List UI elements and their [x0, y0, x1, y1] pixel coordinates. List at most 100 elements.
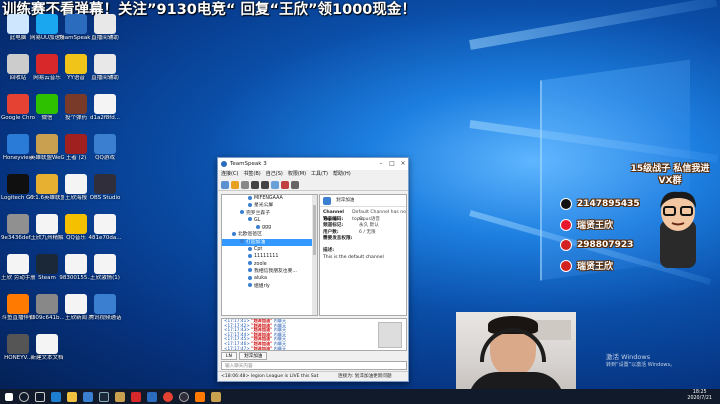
start-icon[interactable]: [5, 392, 13, 401]
channel-tree-item[interactable]: 星光公屏: [222, 202, 317, 209]
teamspeak-taskbar-icon[interactable]: [147, 391, 157, 402]
channel-tree-item[interactable]: MIFENGAAA: [222, 195, 317, 202]
toolbar: [218, 179, 408, 191]
taskbar-clock[interactable]: 18:25 2020/7/21: [687, 390, 712, 402]
netease-music-icon[interactable]: [131, 391, 141, 402]
channel-info-panel: 划淬加油 Channel Topic: Default Channel has n…: [319, 194, 407, 316]
store-icon[interactable]: [83, 391, 93, 402]
channel-icon: [248, 253, 252, 258]
file-explorer-icon[interactable]: [67, 391, 77, 402]
tree-scrollbar[interactable]: [312, 195, 317, 315]
menu-item[interactable]: 书签(B): [243, 170, 260, 179]
menu-item[interactable]: 帮助(H): [333, 170, 351, 179]
social-icon: [560, 218, 572, 231]
desktop-icon-image: [94, 294, 116, 314]
desktop-icon[interactable]: 王欣激情(1): [88, 254, 122, 282]
channel-icon: [248, 283, 252, 288]
channel-tree-item[interactable]: 姐姐rly: [222, 283, 317, 290]
menu-item[interactable]: 工具(T): [311, 170, 328, 179]
wegame-icon[interactable]: [115, 391, 125, 402]
minimize-button[interactable]: –: [376, 158, 386, 170]
desktop-icon[interactable]: QQ游戏: [88, 134, 122, 162]
channel-tree-item[interactable]: 我相信我朋友也要...: [222, 268, 317, 275]
chat-tabs: LN 划淬加油: [221, 352, 268, 360]
channel-tree-item[interactable]: 北欧爸爸区: [222, 231, 317, 238]
bookmark-icon[interactable]: [231, 180, 239, 189]
channel-info-header: 划淬加油: [320, 195, 406, 207]
channel-icon: [232, 231, 236, 236]
chat-tab[interactable]: 划淬加油: [239, 352, 268, 360]
desktop-icon[interactable]: 481e70da...: [88, 214, 122, 242]
menu-item[interactable]: 连接(C): [221, 170, 238, 179]
desktop-icon-label: 腾讯视频通话: [88, 315, 122, 321]
desktop-icon[interactable]: d1a2f8fd...: [88, 94, 122, 122]
menu-item[interactable]: 自己(S): [266, 170, 283, 179]
channel-tree-item[interactable]: ggg: [222, 224, 317, 231]
away-icon[interactable]: [241, 180, 249, 189]
channel-icon: [248, 202, 252, 207]
douyu-icon[interactable]: [195, 391, 205, 402]
obs-icon[interactable]: [179, 391, 189, 402]
desktop-icon-image: [65, 214, 87, 234]
channel-tree-item[interactable]: aluka: [222, 275, 317, 282]
clock-date: 2020/7/21: [687, 396, 712, 401]
desktop-icon-image: [36, 334, 58, 354]
channel-tree-label: 我相信我朋友也要...: [254, 268, 297, 274]
channel-icon: [256, 224, 260, 229]
channel-tree-item[interactable]: GL: [222, 217, 317, 224]
chrome-icon[interactable]: [163, 391, 173, 402]
teamspeak-window[interactable]: TeamSpeak 3 – □ × 连接(C) 书签(B) 自己(S) 权限(M) 工具…: [217, 157, 409, 382]
desktop-icon-image: [94, 14, 116, 34]
channel-tree-item[interactable]: 完罗兰森子: [222, 210, 317, 217]
streamer-title: 15级战子 私信我进VX群: [630, 164, 710, 186]
edge-icon[interactable]: [51, 391, 61, 402]
chat-name: "划淬加油": [251, 345, 273, 351]
channel-icon: [248, 217, 252, 222]
channel-tree[interactable]: MIFENGAAA 星光公屏 完罗兰森子 GL ggg 北欧爸爸区 打迎加油 Cpt 11111…: [221, 194, 318, 316]
league-icon[interactable]: [211, 391, 221, 402]
channel-tree-item[interactable]: 11111111: [222, 253, 317, 260]
menu-bar: 连接(C) 书签(B) 自己(S) 权限(M) 工具(T) 帮助(H): [218, 170, 408, 179]
desktop-icon-label: QQ游戏: [95, 155, 115, 161]
desktop-icon-image: [65, 134, 87, 154]
connect-icon[interactable]: [221, 180, 229, 189]
chat-icon[interactable]: [271, 180, 279, 189]
info-value: 6 / 无限: [359, 229, 376, 235]
channel-tree-item[interactable]: Cpt: [222, 246, 317, 253]
desktop-icon-image: [36, 214, 58, 234]
desktop-icon-image: [7, 14, 29, 34]
channel-tree-label: zoole: [254, 261, 267, 267]
channel-tree-label: GL: [254, 217, 261, 223]
menu-item[interactable]: 权限(M): [288, 170, 306, 179]
window-title: TeamSpeak 3: [230, 161, 267, 167]
settings-icon[interactable]: [291, 180, 299, 189]
social-row: 瑞贤王欣: [560, 256, 640, 277]
channel-tree-item[interactable]: zoole: [222, 261, 317, 268]
task-view-icon[interactable]: [35, 391, 45, 402]
speaker-icon[interactable]: [261, 180, 269, 189]
channel-tree-item[interactable]: 打迎加油: [222, 238, 317, 247]
desktop-icon-label: d1a2f8fd...: [90, 115, 120, 121]
social-text: 瑞贤王欣: [577, 221, 614, 232]
title-bar[interactable]: TeamSpeak 3 – □ ×: [218, 158, 408, 170]
maximize-button[interactable]: □: [387, 158, 397, 170]
desktop-icon[interactable]: 直播间辅助: [88, 54, 122, 82]
chat-tab[interactable]: LN: [221, 352, 237, 360]
chat-input[interactable]: 输入聊天内容: [221, 361, 407, 370]
social-icon: [560, 259, 572, 272]
channel-icon: [248, 268, 252, 273]
steam-icon[interactable]: [99, 391, 109, 402]
permissions-icon[interactable]: [281, 180, 289, 189]
desktop-icon[interactable]: OBS Studio: [88, 174, 122, 202]
desktop-icon-image: [36, 54, 58, 74]
desktop-icon-image: [7, 334, 29, 354]
desktop-icon[interactable]: 新建文本文档: [30, 334, 64, 362]
search-icon[interactable]: [19, 391, 29, 402]
microphone-icon[interactable]: [251, 180, 259, 189]
desktop-icon[interactable]: 腾讯视频通话: [88, 294, 122, 322]
desktop-icon[interactable]: 直播间辅助: [88, 14, 122, 42]
status-text: <18:06:48> legion League is LIVE this Sa…: [221, 374, 319, 379]
channel-tree-label: 11111111: [254, 254, 279, 260]
close-button[interactable]: ×: [398, 158, 408, 170]
channel-tree-label: 姐姐rly: [254, 283, 270, 289]
